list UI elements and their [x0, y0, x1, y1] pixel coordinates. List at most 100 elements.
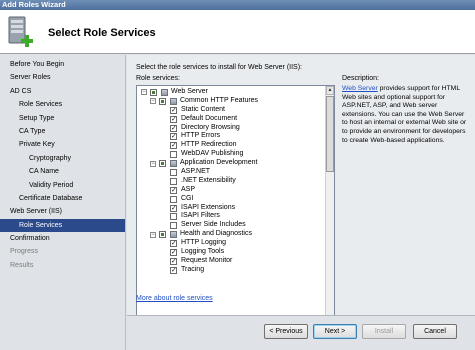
- tree-item[interactable]: ✓ HTTP Logging: [137, 239, 326, 248]
- collapse-icon[interactable]: −: [150, 231, 156, 238]
- tree-item[interactable]: ✓ ASP: [137, 186, 326, 195]
- checkbox[interactable]: [170, 222, 177, 230]
- checkbox[interactable]: ✓: [170, 266, 177, 274]
- web-server-link[interactable]: Web Server: [342, 85, 378, 92]
- role-folder-icon: [170, 231, 177, 239]
- cancel-button[interactable]: Cancel: [413, 324, 457, 339]
- tree-item-label: Common HTTP Features: [180, 96, 259, 104]
- nav-step[interactable]: Validity Period: [0, 179, 125, 192]
- tree-item-label: Web Server: [171, 88, 208, 95]
- role-services-label: Role services:: [136, 75, 180, 82]
- checkbox[interactable]: [170, 213, 177, 221]
- scroll-thumb[interactable]: [326, 96, 334, 172]
- nav-step[interactable]: Role Services: [0, 218, 125, 233]
- page-title: Select Role Services: [48, 27, 156, 39]
- tree-item[interactable]: ✓ Default Document: [137, 115, 326, 124]
- install-button[interactable]: Install: [362, 324, 406, 339]
- tree-item-label: Health and Diagnostics: [180, 230, 252, 238]
- tree-item[interactable]: Server Side Includes: [137, 221, 326, 230]
- tree-item-label: Server Side Includes: [181, 221, 246, 229]
- checkbox[interactable]: [170, 177, 177, 185]
- scroll-up-icon[interactable]: ▲: [326, 86, 334, 95]
- tree-item[interactable]: ✓ Request Monitor: [137, 257, 326, 266]
- tree-item[interactable]: − Application Development: [137, 159, 326, 168]
- nav-step[interactable]: Server Roles: [0, 71, 125, 84]
- nav-step[interactable]: Private Key: [0, 138, 125, 151]
- nav-step[interactable]: Setup Type: [0, 112, 125, 125]
- description-text: Web Server provides support for HTML Web…: [342, 85, 469, 145]
- tree-scrollbar[interactable]: ▲ ▼: [325, 86, 334, 345]
- tree-item[interactable]: WebDAV Publishing: [137, 150, 326, 159]
- checkbox[interactable]: [150, 89, 157, 96]
- nav-step[interactable]: Cryptography: [0, 152, 125, 165]
- nav-step: Results: [10, 261, 34, 269]
- collapse-icon[interactable]: −: [141, 89, 147, 96]
- nav-step[interactable]: Role Services: [0, 98, 125, 111]
- checkbox[interactable]: [159, 97, 166, 105]
- tree-item[interactable]: − Web Server: [137, 88, 326, 97]
- checkbox[interactable]: [170, 151, 177, 159]
- checkbox[interactable]: ✓: [170, 124, 177, 132]
- header-banner: Select Role Services: [0, 10, 475, 54]
- tree-item-label: ASP: [181, 185, 196, 193]
- tree-item[interactable]: ✓ HTTP Redirection: [137, 141, 326, 150]
- tree-item[interactable]: ✓ Directory Browsing: [137, 124, 326, 133]
- tree-item[interactable]: ASP.NET: [137, 168, 326, 177]
- nav-step[interactable]: Certificate Database: [0, 192, 125, 205]
- tree-item[interactable]: .NET Extensibility: [137, 177, 326, 186]
- tree-item[interactable]: − Common HTTP Features: [137, 97, 326, 106]
- tree-item-label: Logging Tools: [181, 248, 225, 256]
- main-panel: Select the role services to install for …: [127, 55, 475, 346]
- nav-step[interactable]: AD CS: [0, 85, 125, 98]
- tree-item[interactable]: ✓ Logging Tools: [137, 248, 326, 257]
- checkbox[interactable]: ✓: [170, 186, 177, 194]
- more-about-role-services-link[interactable]: More about role services: [136, 295, 213, 302]
- checkbox[interactable]: [170, 195, 177, 203]
- tree-item-label: Application Development: [180, 159, 258, 167]
- tree-item[interactable]: ✓ Tracing: [137, 266, 326, 275]
- checkbox[interactable]: [159, 160, 166, 168]
- nav-step[interactable]: Before You Begin: [0, 58, 125, 71]
- nav-step[interactable]: CA Name: [0, 165, 125, 178]
- tree-item-label: Static Content: [181, 105, 225, 113]
- tree-item[interactable]: − Health and Diagnostics: [137, 230, 326, 239]
- tree-item[interactable]: ISAPI Filters: [137, 212, 326, 221]
- window-title: Add Roles Wizard: [0, 0, 475, 10]
- tree-item-label: .NET Extensibility: [181, 176, 236, 184]
- collapse-icon[interactable]: −: [150, 98, 156, 105]
- role-folder-icon: [161, 89, 168, 96]
- checkbox[interactable]: ✓: [170, 204, 177, 212]
- checkbox[interactable]: ✓: [170, 257, 177, 265]
- tree-item-label: HTTP Errors: [181, 132, 221, 140]
- checkbox[interactable]: ✓: [170, 142, 177, 150]
- tree-item-label: Default Document: [181, 114, 238, 122]
- button-bar: < Previous Next > Install Cancel: [127, 315, 475, 350]
- checkbox[interactable]: ✓: [170, 240, 177, 248]
- nav-step[interactable]: CA Type: [0, 125, 125, 138]
- tree-item[interactable]: ✓ HTTP Errors: [137, 132, 326, 141]
- server-add-icon: [8, 16, 33, 47]
- tree-item-label: ISAPI Filters: [181, 212, 220, 220]
- instruction-text: Select the role services to install for …: [136, 64, 302, 71]
- nav-step[interactable]: Web Server (IIS): [0, 205, 125, 218]
- checkbox[interactable]: ✓: [170, 106, 177, 114]
- role-services-tree[interactable]: − Web Server − Common HTTP Features ✓ Static …: [136, 85, 335, 346]
- tree-item-label: WebDAV Publishing: [181, 150, 244, 158]
- tree-item-label: HTTP Redirection: [181, 141, 237, 149]
- tree-item[interactable]: ✓ Static Content: [137, 106, 326, 115]
- checkbox[interactable]: [159, 231, 166, 239]
- checkbox[interactable]: ✓: [170, 249, 177, 257]
- previous-button[interactable]: < Previous: [264, 324, 308, 339]
- checkbox[interactable]: ✓: [170, 133, 177, 141]
- tree-item-label: Tracing: [181, 265, 205, 273]
- tree-item-label: ASP.NET: [181, 168, 211, 176]
- checkbox[interactable]: ✓: [170, 115, 177, 123]
- checkbox[interactable]: [170, 169, 177, 177]
- tree-item[interactable]: CGI: [137, 195, 326, 204]
- collapse-icon[interactable]: −: [150, 160, 156, 167]
- nav-step[interactable]: Confirmation: [0, 232, 125, 245]
- next-button[interactable]: Next >: [313, 324, 357, 339]
- tree-item-label: Request Monitor: [181, 256, 233, 264]
- tree-item[interactable]: ✓ ISAPI Extensions: [137, 204, 326, 213]
- wizard-steps: Before You Begin Server Roles AD CS Role Se…: [0, 55, 126, 350]
